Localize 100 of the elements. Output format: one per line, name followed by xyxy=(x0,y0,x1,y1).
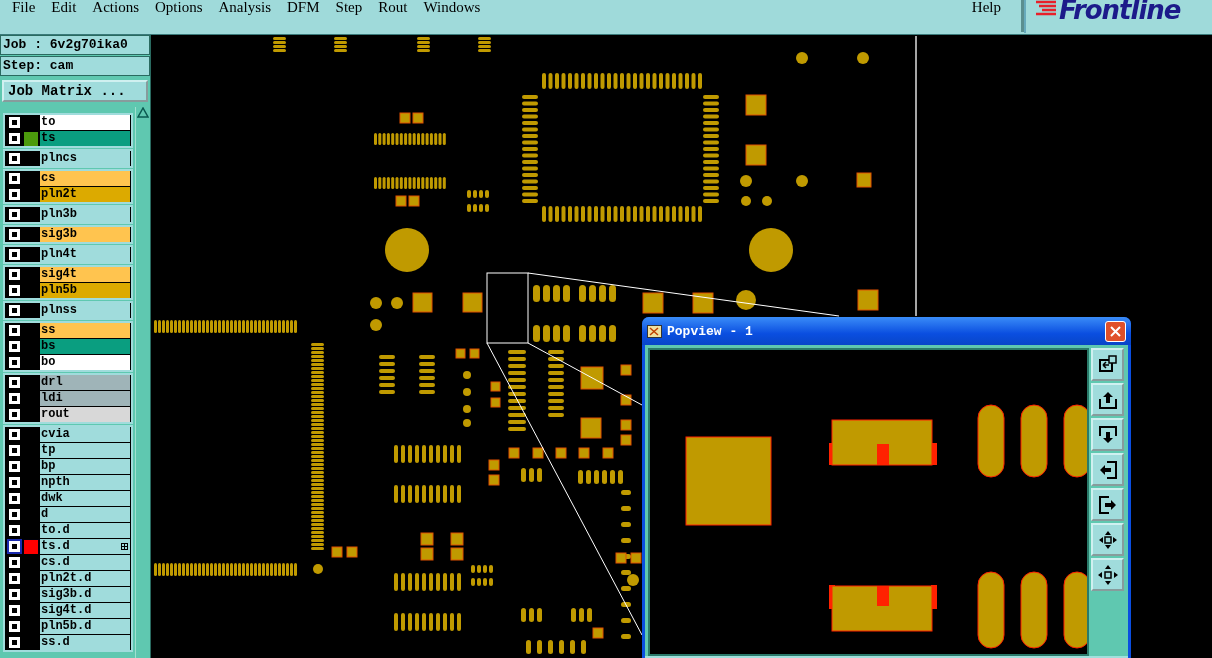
layer-checkbox[interactable] xyxy=(7,427,22,442)
view-button[interactable] xyxy=(1091,488,1124,521)
layer-row[interactable]: cvia xyxy=(6,427,130,442)
layer-checkbox[interactable] xyxy=(7,187,22,202)
job-matrix-button[interactable]: Job Matrix ... xyxy=(2,80,148,102)
layer-name[interactable]: npth xyxy=(40,475,130,490)
layer-row[interactable]: tp xyxy=(6,443,130,458)
menu-item[interactable]: Rout xyxy=(370,0,416,14)
layer-row[interactable]: ts xyxy=(6,131,130,146)
layer-name[interactable]: bo xyxy=(40,355,130,370)
layer-row[interactable]: pln5b.d xyxy=(6,619,130,634)
menu-item[interactable]: Analysis xyxy=(210,0,280,14)
layer-name[interactable]: pln5b xyxy=(40,283,130,298)
layer-name[interactable]: sig4t.d xyxy=(40,603,130,618)
layer-row[interactable]: sig3b.d xyxy=(6,587,130,602)
layer-name[interactable]: to xyxy=(40,115,130,130)
layer-checkbox[interactable] xyxy=(7,475,22,490)
layer-row[interactable]: drl xyxy=(6,375,130,390)
layer-name[interactable]: cvia xyxy=(40,427,130,442)
layer-row[interactable]: plnss xyxy=(6,303,130,318)
layer-name[interactable]: pln4t xyxy=(40,247,130,262)
layer-checkbox[interactable] xyxy=(7,375,22,390)
layer-name[interactable]: ss.d xyxy=(40,635,130,650)
layer-checkbox[interactable] xyxy=(7,407,22,422)
layer-name[interactable]: ss xyxy=(40,323,130,338)
layer-name[interactable]: ts xyxy=(40,131,130,146)
layer-checkbox[interactable] xyxy=(7,171,22,186)
view-button[interactable] xyxy=(1091,348,1124,381)
layer-checkbox[interactable] xyxy=(7,587,22,602)
layer-name[interactable]: drl xyxy=(40,375,130,390)
layer-row[interactable]: pln2t xyxy=(6,187,130,202)
layer-row[interactable]: cs xyxy=(6,171,130,186)
menu-item[interactable]: Actions xyxy=(84,0,147,14)
layer-checkbox[interactable] xyxy=(7,539,22,554)
layer-checkbox[interactable] xyxy=(7,131,22,146)
layer-row[interactable]: ts.d xyxy=(6,539,130,554)
layer-checkbox[interactable] xyxy=(7,603,22,618)
layer-name[interactable]: cs xyxy=(40,171,130,186)
layer-name[interactable]: pln2t.d xyxy=(40,571,130,586)
layer-checkbox[interactable] xyxy=(7,571,22,586)
view-button[interactable] xyxy=(1091,453,1124,486)
layer-checkbox[interactable] xyxy=(7,207,22,222)
scrollbar[interactable] xyxy=(135,107,150,658)
layer-checkbox[interactable] xyxy=(7,227,22,242)
layer-name[interactable]: dwk xyxy=(40,491,130,506)
layer-name[interactable]: pln5b.d xyxy=(40,619,130,634)
layer-row[interactable]: to.d xyxy=(6,523,130,538)
layer-checkbox[interactable] xyxy=(7,507,22,522)
layer-row[interactable]: npth xyxy=(6,475,130,490)
view-button[interactable] xyxy=(1091,383,1124,416)
layer-checkbox[interactable] xyxy=(7,523,22,538)
scroll-up-icon[interactable] xyxy=(137,107,149,119)
layer-checkbox[interactable] xyxy=(7,247,22,262)
layer-checkbox[interactable] xyxy=(7,491,22,506)
layer-checkbox[interactable] xyxy=(7,283,22,298)
menu-item[interactable]: Options xyxy=(147,0,211,14)
layer-row[interactable]: bp xyxy=(6,459,130,474)
close-button[interactable] xyxy=(1105,320,1126,342)
layer-row[interactable]: sig3b xyxy=(6,227,130,242)
layer-checkbox[interactable] xyxy=(7,355,22,370)
layer-name[interactable]: plnss xyxy=(40,303,130,318)
layer-name[interactable]: pln2t xyxy=(40,187,130,202)
layer-row[interactable]: sig4t.d xyxy=(6,603,130,618)
layer-checkbox[interactable] xyxy=(7,391,22,406)
layer-row[interactable]: bo xyxy=(6,355,130,370)
layer-row[interactable]: ss xyxy=(6,323,130,338)
layer-checkbox[interactable] xyxy=(7,151,22,166)
view-button[interactable] xyxy=(1091,558,1124,591)
layer-swatch[interactable] xyxy=(24,131,38,146)
layer-checkbox[interactable] xyxy=(7,267,22,282)
layer-row[interactable]: pln5b xyxy=(6,283,130,298)
layer-name[interactable]: sig3b xyxy=(40,227,130,242)
layer-row[interactable]: plncs xyxy=(6,151,130,166)
menu-item[interactable]: Help xyxy=(971,0,1001,14)
layer-name[interactable]: d xyxy=(40,507,130,522)
layer-name[interactable]: rout xyxy=(40,407,130,422)
menu-item[interactable]: Edit xyxy=(43,0,85,14)
layer-row[interactable]: dwk xyxy=(6,491,130,506)
layer-row[interactable]: cs.d xyxy=(6,555,130,570)
layer-row[interactable]: pln2t.d xyxy=(6,571,130,586)
layer-row[interactable]: ldi xyxy=(6,391,130,406)
layer-name[interactable]: pln3b xyxy=(40,207,130,222)
layer-name[interactable]: to.d xyxy=(40,523,130,538)
layer-checkbox[interactable] xyxy=(7,443,22,458)
layer-row[interactable]: bs xyxy=(6,339,130,354)
layer-checkbox[interactable] xyxy=(7,619,22,634)
layer-checkbox[interactable] xyxy=(7,555,22,570)
menu-item[interactable]: Windows xyxy=(415,0,489,14)
layer-row[interactable]: to xyxy=(6,115,130,130)
layer-name[interactable]: bp xyxy=(40,459,130,474)
layer-row[interactable]: rout xyxy=(6,407,130,422)
layer-name[interactable]: sig3b.d xyxy=(40,587,130,602)
view-button[interactable] xyxy=(1091,418,1124,451)
layer-name[interactable]: ldi xyxy=(40,391,130,406)
layer-row[interactable]: ss.d xyxy=(6,635,130,650)
menu-item[interactable]: DFM xyxy=(279,0,328,14)
layer-checkbox[interactable] xyxy=(7,303,22,318)
layer-checkbox[interactable] xyxy=(7,339,22,354)
layer-checkbox[interactable] xyxy=(7,459,22,474)
layer-name[interactable]: plncs xyxy=(40,151,130,166)
